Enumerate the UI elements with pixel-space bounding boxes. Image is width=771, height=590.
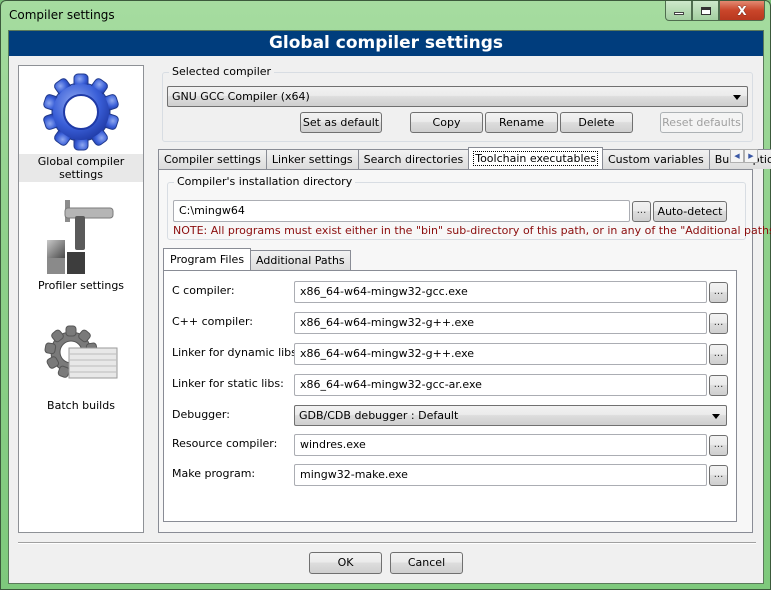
window-title: Compiler settings <box>9 8 115 22</box>
install-dir-input[interactable]: C:\mingw64 <box>173 200 630 222</box>
cancel-button[interactable]: Cancel <box>390 552 463 574</box>
program-row-label: C compiler: <box>172 284 235 297</box>
program-path-input[interactable]: x86_64-w64-mingw32-g++.exe <box>294 343 707 365</box>
program-files-panel: C compiler: x86_64-w64-mingw32-gcc.exe...… <box>163 270 737 522</box>
title-bar[interactable]: Compiler settings X <box>1 1 770 31</box>
delete-button[interactable]: Delete <box>560 112 633 133</box>
program-browse-button[interactable]: ... <box>709 344 728 365</box>
tab-scroll-buttons: ◀ ▶ <box>730 149 758 163</box>
tab-scroll-left-button[interactable]: ◀ <box>730 149 744 163</box>
subtab-program-files[interactable]: Program Files <box>163 248 252 270</box>
rename-button[interactable]: Rename <box>485 112 558 133</box>
program-path-input[interactable]: windres.exe <box>294 434 707 456</box>
chevron-down-icon <box>712 414 720 419</box>
install-dir-legend: Compiler's installation directory <box>174 175 356 188</box>
close-icon: X <box>737 3 747 18</box>
program-row-label: Resource compiler: <box>172 437 278 450</box>
sidebar-item-batch-builds[interactable]: Batch builds <box>19 318 143 413</box>
program-browse-button[interactable]: ... <box>709 465 728 486</box>
program-browse-button[interactable]: ... <box>709 282 728 303</box>
tab-search-directories[interactable]: Search directories <box>357 149 470 169</box>
page-title: Global compiler settings <box>9 31 763 56</box>
tab-compiler-settings[interactable]: Compiler settings <box>158 149 267 169</box>
program-browse-button[interactable]: ... <box>709 435 728 456</box>
footer-separator <box>18 542 756 544</box>
copy-button[interactable]: Copy <box>410 112 483 133</box>
close-button[interactable]: X <box>719 1 765 21</box>
minimize-icon <box>673 12 684 15</box>
subtab-additional-paths[interactable]: Additional Paths <box>250 250 351 270</box>
tab-label: Custom variables <box>608 153 704 166</box>
ok-button[interactable]: OK <box>309 552 382 574</box>
tab-custom-variables[interactable]: Custom variables <box>602 149 710 169</box>
toolchain-executables-panel: Compiler's installation directory C:\min… <box>158 169 771 533</box>
maximize-icon <box>700 6 711 15</box>
tab-label: Additional Paths <box>256 254 345 267</box>
settings-sidebar: Global compiler settings Profiler settin… <box>18 65 144 533</box>
set-as-default-button[interactable]: Set as default <box>300 112 382 133</box>
program-browse-button[interactable]: ... <box>709 375 728 396</box>
sidebar-item-label: Batch builds <box>47 399 115 412</box>
caliper-icon <box>47 200 114 274</box>
minimize-button[interactable] <box>665 1 692 21</box>
compiler-settings-window: Compiler settings X Global compiler sett… <box>0 0 771 590</box>
tab-label: Search directories <box>363 153 464 166</box>
sidebar-item-global-compiler-settings[interactable]: Global compiler settings <box>19 70 143 182</box>
debugger-select[interactable]: GDB/CDB debugger : Default <box>294 405 727 426</box>
program-path-input[interactable]: x86_64-w64-mingw32-gcc.exe <box>294 281 707 303</box>
tab-label: Program Files <box>170 253 245 266</box>
program-browse-button[interactable]: ... <box>709 313 728 334</box>
program-subtabs: Program Files Additional Paths <box>163 248 351 270</box>
tab-toolchain-executables[interactable]: Toolchain executables <box>468 147 603 169</box>
program-row-label: Linker for static libs: <box>172 377 284 390</box>
program-path-input[interactable]: mingw32-make.exe <box>294 464 707 486</box>
tab-label: Compiler settings <box>164 153 261 166</box>
arrow-left-icon: ◀ <box>734 152 740 160</box>
tab-linker-settings[interactable]: Linker settings <box>265 149 359 169</box>
tab-scroll-right-button[interactable]: ▶ <box>744 149 758 163</box>
compiler-tabs: Compiler settings Linker settings Search… <box>158 147 771 169</box>
install-dir-browse-button[interactable]: ... <box>632 201 651 222</box>
sidebar-item-profiler-settings[interactable]: Profiler settings <box>19 194 143 293</box>
maximize-button[interactable] <box>692 1 719 21</box>
batch-gear-icon <box>44 325 118 379</box>
caption-buttons: X <box>665 1 765 21</box>
compiler-select-value: GNU GCC Compiler (x64) <box>172 90 310 103</box>
auto-detect-button[interactable]: Auto-detect <box>653 201 727 222</box>
tab-label: Linker settings <box>271 153 353 166</box>
sidebar-item-label: Profiler settings <box>37 279 125 292</box>
selected-compiler-legend: Selected compiler <box>169 65 275 78</box>
debugger-select-value: GDB/CDB debugger : Default <box>299 409 459 422</box>
program-path-input[interactable]: x86_64-w64-mingw32-gcc-ar.exe <box>294 374 707 396</box>
program-row-label: Linker for dynamic libs: <box>172 346 301 359</box>
main-panel: Selected compiler GNU GCC Compiler (x64)… <box>154 65 771 533</box>
reset-defaults-button[interactable]: Reset defaults <box>660 112 743 133</box>
dialog-client: Global compiler settings Global compiler… <box>8 30 771 584</box>
program-row-label: Make program: <box>172 467 256 480</box>
program-path-input[interactable]: x86_64-w64-mingw32-g++.exe <box>294 312 707 334</box>
compiler-select[interactable]: GNU GCC Compiler (x64) <box>167 86 748 107</box>
program-row-label: C++ compiler: <box>172 315 254 328</box>
tab-label: Toolchain executables <box>473 151 598 166</box>
install-dir-note: NOTE: All programs must exist either in … <box>173 224 771 237</box>
sidebar-item-label: Global compiler settings <box>19 154 143 182</box>
chevron-down-icon <box>733 95 741 100</box>
arrow-right-icon: ▶ <box>748 152 754 160</box>
program-row-label: Debugger: <box>172 408 230 421</box>
gear-icon <box>43 73 119 151</box>
